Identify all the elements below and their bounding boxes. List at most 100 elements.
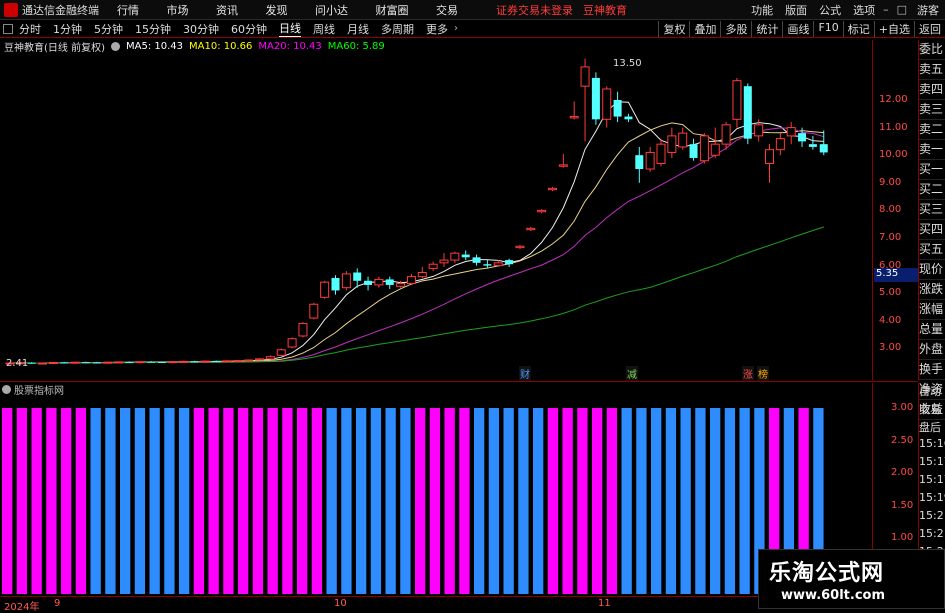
candle[interactable] [244, 359, 254, 362]
menu-item-ask[interactable]: 问小达 [315, 4, 348, 17]
period-60min[interactable]: 60分钟 [231, 21, 267, 37]
candle[interactable] [548, 186, 557, 192]
candle[interactable] [233, 359, 243, 363]
candle[interactable] [341, 271, 351, 291]
candle[interactable] [699, 133, 709, 164]
candle[interactable] [48, 361, 58, 364]
candle[interactable] [819, 130, 828, 156]
candle[interactable] [417, 266, 427, 279]
candle[interactable] [450, 251, 460, 263]
settings-dot-icon[interactable] [110, 41, 120, 51]
candle[interactable] [374, 276, 384, 288]
period-15min[interactable]: 15分钟 [135, 21, 171, 37]
candle[interactable] [580, 58, 590, 142]
tool-adjust[interactable]: 复权 [658, 20, 689, 37]
minimize-icon[interactable]: – [883, 3, 889, 16]
maximize-icon[interactable]: □ [897, 3, 907, 16]
period-more[interactable]: 更多 [426, 21, 448, 37]
menu-item-options[interactable]: 选项 [853, 2, 875, 18]
candle[interactable] [602, 86, 612, 128]
candle[interactable] [808, 135, 817, 150]
login-notice[interactable]: 证券交易未登录 [496, 2, 573, 18]
candle[interactable] [743, 83, 752, 145]
tool-f10[interactable]: F10 [813, 20, 842, 37]
candle[interactable] [461, 250, 470, 261]
tool-multi-stock[interactable]: 多股 [720, 20, 751, 37]
candle[interactable] [678, 127, 688, 150]
candle[interactable] [222, 360, 232, 363]
candle[interactable] [81, 361, 90, 364]
candle[interactable] [406, 273, 416, 285]
more-chevron-icon[interactable]: › [454, 23, 458, 34]
candle[interactable] [190, 360, 199, 363]
candle[interactable] [38, 362, 48, 365]
candle[interactable] [569, 101, 579, 120]
tool-mark[interactable]: 标记 [842, 20, 874, 37]
candle[interactable] [135, 361, 145, 364]
candle[interactable] [624, 113, 633, 123]
candle[interactable] [765, 144, 774, 183]
event-marker-finance[interactable]: 财 [519, 366, 531, 381]
period-30min[interactable]: 30分钟 [183, 21, 219, 37]
candle[interactable] [309, 302, 319, 320]
candle[interactable] [287, 337, 297, 349]
candle[interactable] [526, 226, 536, 232]
period-daily[interactable]: 日线 [279, 20, 301, 37]
candle[interactable] [125, 361, 134, 363]
candle[interactable] [298, 322, 308, 338]
candle[interactable] [656, 138, 666, 167]
candle[interactable] [103, 361, 113, 364]
menu-item-formula[interactable]: 公式 [819, 2, 841, 18]
event-marker-rise[interactable]: 涨 [742, 366, 754, 381]
tool-back[interactable]: 返回 [914, 20, 945, 37]
candle[interactable] [364, 276, 373, 291]
indicator-chart[interactable] [0, 396, 872, 594]
candle[interactable] [775, 133, 785, 156]
candle[interactable] [786, 122, 796, 145]
candle[interactable] [505, 258, 514, 267]
menu-item-wealth[interactable]: 财富圈 [376, 4, 409, 17]
candle[interactable] [320, 280, 330, 299]
period-multi[interactable]: 多周期 [381, 21, 414, 37]
event-marker-reduce[interactable]: 减 [626, 366, 638, 381]
candle[interactable] [276, 348, 286, 357]
candle[interactable] [179, 360, 189, 363]
tool-add-watchlist[interactable]: +自选 [873, 20, 914, 37]
candle[interactable] [710, 127, 720, 158]
candle[interactable] [732, 77, 742, 128]
menu-item-news[interactable]: 资讯 [216, 4, 238, 17]
menu-item-trade[interactable]: 交易 [436, 4, 458, 17]
tool-stats[interactable]: 统计 [751, 20, 782, 37]
period-1min[interactable]: 1分钟 [53, 21, 82, 37]
candle[interactable] [689, 138, 698, 161]
period-monthly[interactable]: 月线 [347, 21, 369, 37]
candle[interactable] [613, 91, 622, 123]
period-5min[interactable]: 5分钟 [94, 21, 123, 37]
candle[interactable] [212, 360, 221, 363]
pane-divider[interactable] [0, 381, 918, 382]
candle[interactable] [255, 358, 265, 361]
event-marker-rank[interactable]: 榜 [757, 366, 769, 381]
candle[interactable] [591, 72, 600, 125]
candle[interactable] [385, 276, 394, 290]
candle[interactable] [27, 362, 36, 364]
indicator-settings-icon[interactable] [2, 385, 11, 394]
tool-overlay[interactable]: 叠加 [689, 20, 720, 37]
candle[interactable] [558, 153, 568, 168]
candle[interactable] [200, 360, 210, 363]
candle[interactable] [114, 361, 123, 364]
menu-item-function[interactable]: 功能 [751, 2, 773, 18]
candle[interactable] [645, 146, 655, 172]
tool-draw[interactable]: 画线 [782, 20, 813, 37]
candle[interactable] [515, 244, 525, 250]
candle[interactable] [537, 209, 547, 214]
candle[interactable] [60, 361, 69, 364]
menu-item-layout[interactable]: 版面 [785, 2, 807, 18]
candle[interactable] [331, 275, 340, 295]
candle[interactable] [265, 355, 275, 360]
candle[interactable] [168, 361, 178, 364]
candle[interactable] [147, 361, 156, 363]
candle[interactable] [428, 261, 438, 272]
menu-item-discover[interactable]: 发现 [266, 4, 288, 17]
candle[interactable] [70, 361, 80, 364]
